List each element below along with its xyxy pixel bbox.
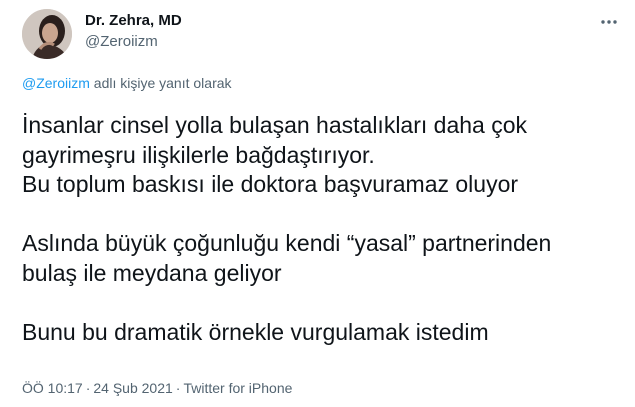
tweet-source-link[interactable]: Twitter for iPhone xyxy=(183,380,292,396)
tweet-text-line: Bunu bu dramatik örnekle vurgulamak iste… xyxy=(22,319,489,346)
reply-context-label: adlı kişiye yanıt olarak xyxy=(89,75,232,91)
tweet-text-line: gayrimeşru ilişkilerle bağdaştırıyor. xyxy=(22,141,375,168)
more-horizontal-icon xyxy=(601,20,617,24)
tweet-text-line: Bu toplum baskısı ile doktora başvuramaz… xyxy=(22,171,519,198)
meta-separator: · xyxy=(85,380,91,396)
tweet-text: İnsanlar cinsel yolla bulaşan hastalıkla… xyxy=(22,111,622,348)
reply-context: @Zeroiizm adlı kişiye yanıt olarak xyxy=(22,75,232,91)
tweet-text-line: İnsanlar cinsel yolla bulaşan hastalıkla… xyxy=(22,112,528,138)
reply-mention-link[interactable]: @Zeroiizm xyxy=(22,75,90,91)
author-name[interactable]: Dr. Zehra, MD xyxy=(85,12,182,29)
author-handle[interactable]: @Zeroiizm xyxy=(85,33,158,50)
tweet-metadata: ÖÖ 10:17 · 24 Şub 2021 · Twitter for iPhone xyxy=(22,380,292,396)
more-options-button[interactable] xyxy=(595,8,623,36)
tweet-text-line: Aslında büyük çoğunluğu kendi “yasal” pa… xyxy=(22,230,552,257)
tweet-card: Dr. Zehra, MD @Zeroiizm @Zeroiizm adlı k… xyxy=(0,0,635,407)
tweet-time-link[interactable]: ÖÖ 10:17 xyxy=(22,380,83,396)
meta-separator: · xyxy=(175,380,181,396)
avatar-image xyxy=(22,9,72,59)
tweet-date-link[interactable]: 24 Şub 2021 xyxy=(93,380,172,396)
avatar[interactable] xyxy=(22,9,72,59)
tweet-text-line: bulaş ile meydana geliyor xyxy=(22,259,282,286)
